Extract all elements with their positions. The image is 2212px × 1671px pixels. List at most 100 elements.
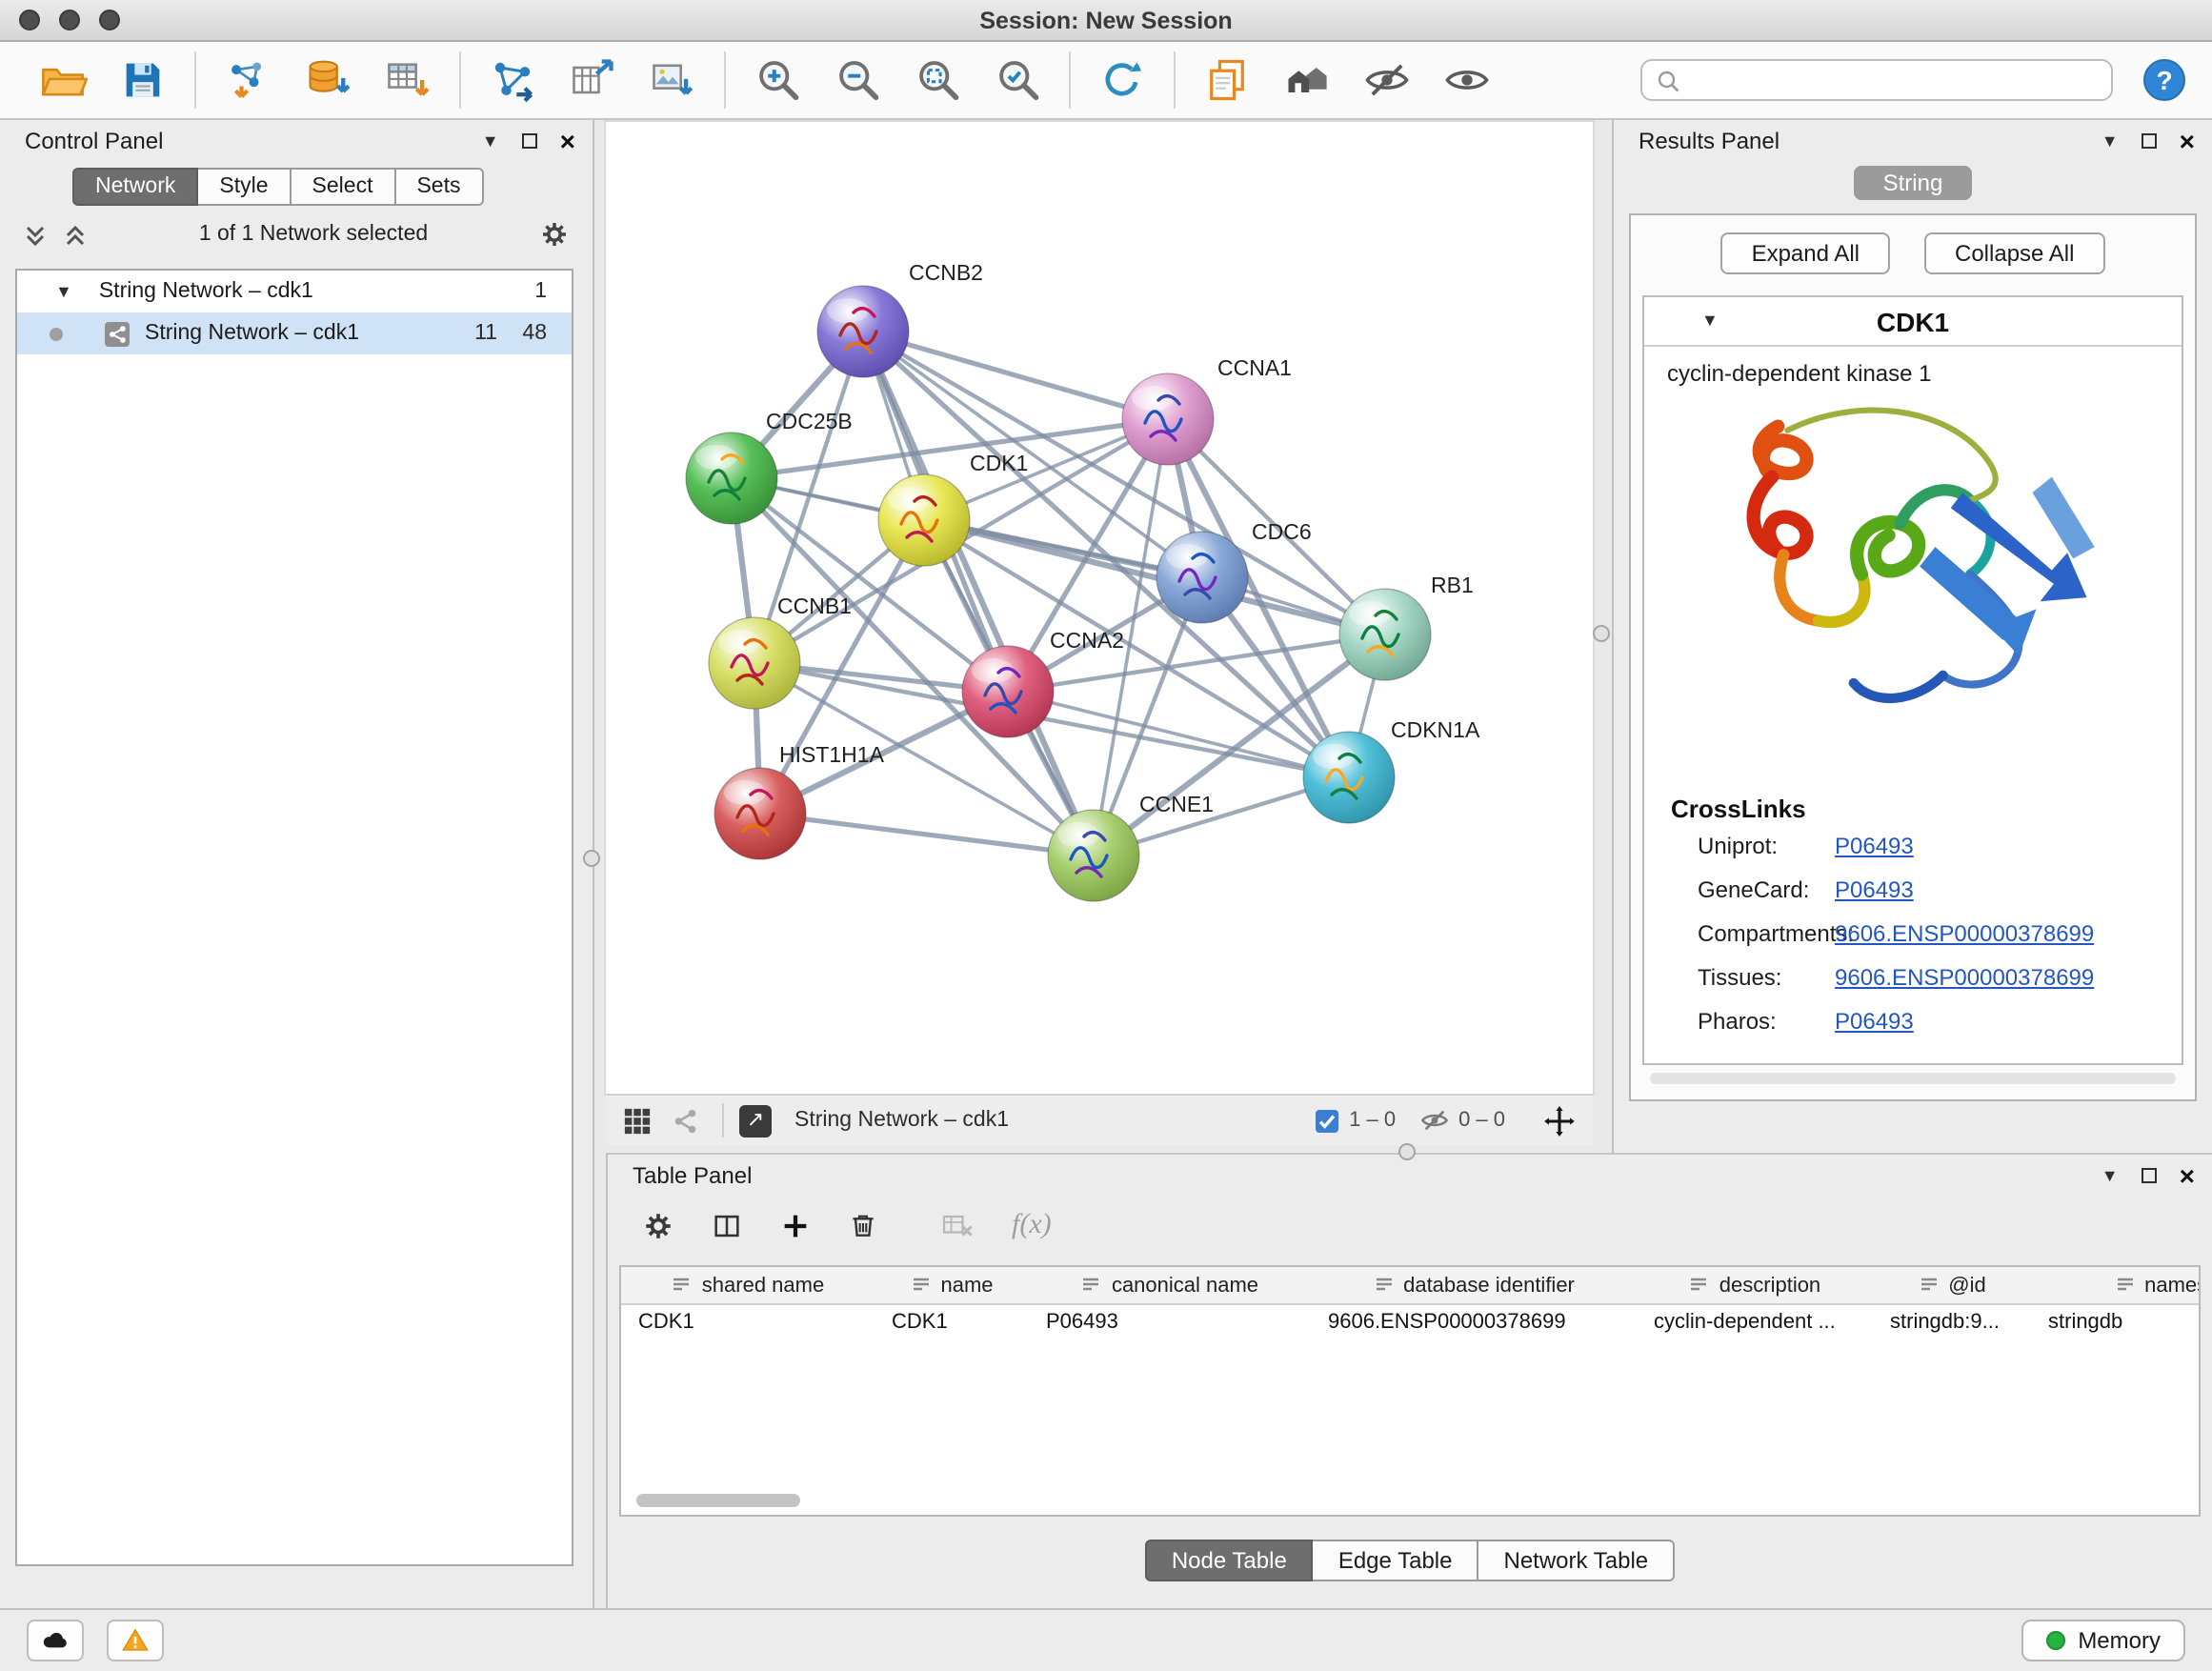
results-horizontal-scrollbar[interactable] [1650,1073,2176,1084]
panel-close-icon[interactable]: × [560,128,575,154]
network-edge[interactable] [924,520,1385,634]
table-row[interactable]: CDK1 CDK1 P06493 9606.ENSP00000378699 cy… [621,1305,2199,1343]
panel-close-icon[interactable]: × [2180,128,2195,154]
collapse-all-icon[interactable] [23,221,48,248]
export-network-icon[interactable] [568,55,617,105]
open-in-new-window-icon[interactable]: ↗ [739,1104,772,1137]
right-splitter-handle[interactable] [1593,625,1610,642]
table-cell[interactable]: CDK1 [621,1305,875,1343]
network-node-HIST1H1A[interactable]: HIST1H1A [714,742,885,859]
node-label: HIST1H1A [779,742,885,767]
refresh-view-icon[interactable] [1097,55,1147,105]
warning-status-button[interactable] [107,1620,164,1661]
column-header[interactable]: description [1637,1267,1873,1303]
table-horizontal-scrollbar[interactable] [636,1494,800,1507]
network-row[interactable]: String Network – cdk1 11 48 [17,312,572,354]
grid-view-icon[interactable] [623,1106,652,1135]
tab-sets[interactable]: Sets [395,168,483,206]
bottom-splitter-handle[interactable] [1398,1143,1416,1160]
string-results-tab[interactable]: String [1855,166,1972,200]
pan-crosshair-icon[interactable] [1543,1104,1576,1137]
tab-select[interactable]: Select [292,168,396,206]
collapse-all-button[interactable]: Collapse All [1924,232,2104,274]
column-header[interactable]: database identifier [1311,1267,1637,1303]
network-options-gear-icon[interactable] [539,219,570,250]
tab-network-table[interactable]: Network Table [1479,1540,1676,1581]
open-session-icon[interactable] [38,55,88,105]
crosslink-link[interactable]: P06493 [1835,832,1914,858]
expand-all-icon[interactable] [63,221,88,248]
selected-checkbox-icon[interactable] [1315,1108,1339,1133]
network-edge[interactable] [760,814,1094,856]
table-cell[interactable]: 9606.ENSP00000378699 [1311,1305,1637,1343]
help-button[interactable]: ? [2143,59,2185,101]
zoom-in-icon[interactable] [753,55,802,105]
column-header[interactable]: namespace [2031,1267,2201,1303]
network-edge[interactable] [863,332,1094,856]
tab-style[interactable]: Style [198,168,291,206]
export-image-icon[interactable] [648,55,697,105]
panel-close-icon[interactable]: × [2180,1162,2195,1189]
network-node-CDK1[interactable]: CDK1 [878,451,1028,566]
table-cell[interactable]: CDK1 [875,1305,1029,1343]
table-cell[interactable]: stringdb:9... [1873,1305,2031,1343]
panel-float-icon[interactable] [2142,1168,2157,1183]
zoom-selected-icon[interactable] [993,55,1042,105]
column-header[interactable]: @id [1873,1267,2031,1303]
add-column-icon[interactable] [779,1209,812,1241]
tab-edge-table[interactable]: Edge Table [1314,1540,1479,1581]
window-minimize-button[interactable] [59,10,80,30]
hidden-eye-slash-icon[interactable] [1418,1105,1449,1136]
crosslink-link[interactable]: 9606.ENSP00000378699 [1835,919,2094,946]
crosslink-link[interactable]: P06493 [1835,876,1914,902]
network-node-CCNA1[interactable]: CCNA1 [1122,355,1292,465]
control-panel-tabs: Network Style Select Sets [72,168,593,206]
zoom-fit-icon[interactable] [913,55,962,105]
window-controls [19,10,120,30]
collection-expanded-icon[interactable]: ▼ [55,283,72,300]
panel-collapse-icon[interactable]: ▼ [482,132,499,150]
crosslink-link[interactable]: 9606.ENSP00000378699 [1835,963,2094,990]
panel-collapse-icon[interactable]: ▼ [2101,1167,2119,1184]
delete-column-icon[interactable] [848,1210,878,1240]
panel-float-icon[interactable] [2142,133,2157,149]
cloud-status-button[interactable] [27,1620,84,1661]
panel-collapse-icon[interactable]: ▼ [2101,132,2119,150]
network-canvas[interactable]: CCNB2CCNA1CDC25BCDK1CDC6RB1CCNB1CCNA2CDK… [606,122,1593,1094]
network-graph[interactable]: CCNB2CCNA1CDC25BCDK1CDC6RB1CCNB1CCNA2CDK… [606,122,1593,1094]
network-view-icon[interactable] [671,1106,699,1135]
table-settings-gear-icon[interactable] [642,1209,674,1241]
window-zoom-button[interactable] [99,10,120,30]
tab-node-table[interactable]: Node Table [1145,1540,1314,1581]
tab-network[interactable]: Network [72,168,198,206]
crosslink-link[interactable]: P06493 [1835,1007,1914,1034]
copy-icon[interactable] [1202,55,1252,105]
left-splitter-handle[interactable] [583,850,600,867]
column-header[interactable]: canonical name [1029,1267,1311,1303]
show-graphics-details-icon[interactable] [1442,55,1492,105]
network-node-RB1[interactable]: RB1 [1339,573,1474,680]
table-cell[interactable]: P06493 [1029,1305,1311,1343]
import-table-from-file-icon[interactable] [383,55,432,105]
save-session-icon[interactable] [118,55,168,105]
column-header[interactable]: shared name [621,1267,875,1303]
new-network-icon[interactable] [488,55,537,105]
memory-button[interactable]: Memory [2021,1620,2185,1661]
network-collection-row[interactable]: ▼ String Network – cdk1 1 [17,271,572,312]
column-header[interactable]: name [875,1267,1029,1303]
panel-float-icon[interactable] [522,133,537,149]
import-network-from-file-icon[interactable] [223,55,272,105]
network-overview-icon[interactable] [1282,55,1332,105]
table-cell[interactable]: cyclin-dependent ... [1637,1305,1873,1343]
zoom-out-icon[interactable] [833,55,882,105]
import-network-from-database-icon[interactable] [303,55,352,105]
window-close-button[interactable] [19,10,40,30]
show-columns-icon[interactable] [711,1209,743,1241]
protein-card-header[interactable]: ▼ CDK1 [1644,297,2182,347]
protein-card-expanded-icon[interactable]: ▼ [1701,312,1719,330]
table-cell[interactable]: stringdb [2031,1305,2201,1343]
expand-all-button[interactable]: Expand All [1721,232,1890,274]
search-input[interactable] [1682,67,2100,93]
hide-graphics-details-icon[interactable] [1362,55,1412,105]
control-panel-header: Control Panel ▼ × [0,120,593,162]
